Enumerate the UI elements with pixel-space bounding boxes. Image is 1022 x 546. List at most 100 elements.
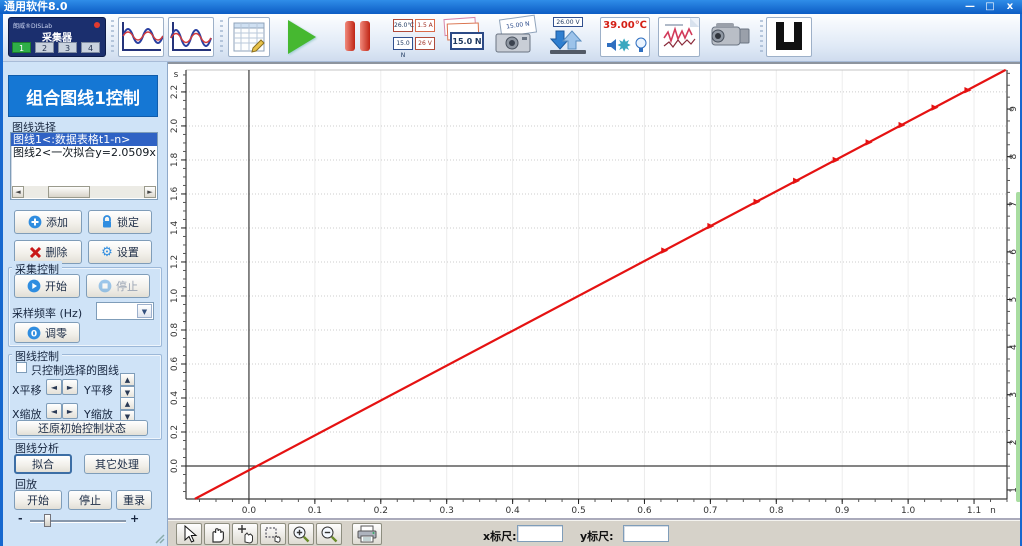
svg-text:0.2: 0.2 [170,425,180,439]
waveform-view-2-button[interactable] [168,17,214,57]
toolbar-separator [760,20,763,54]
waveform-view-button[interactable] [118,17,164,57]
lock-button[interactable]: 锁定 [88,210,152,234]
chart-panel: 0.00.10.20.30.40.50.60.70.80.91.01.10.00… [168,62,1022,546]
print-button[interactable] [352,523,382,545]
svg-text:0.6: 0.6 [637,506,652,516]
y-ruler-field[interactable] [623,525,669,542]
pause-button[interactable] [338,17,378,57]
device-control-button[interactable]: 39.00℃ [600,17,650,57]
crosshair-hand-icon [235,524,255,544]
playback-stop-button[interactable]: 停止 [68,490,112,510]
zoom-out-tool-button[interactable] [316,523,342,545]
only-selected-checkbox[interactable] [16,362,27,373]
channel-3-button[interactable]: 3 [58,42,77,53]
sample-rate-combobox[interactable]: ▼ [96,302,154,320]
data-table-button[interactable] [228,17,270,57]
y-pan-label: Y平移 [84,382,113,398]
y-ruler-label: y标尺: [580,528,614,544]
graph-list: 图线1<:数据表格t1-n> 图线2<一次拟合y=2.0509x+(- ◄ ► [10,132,158,200]
dislab-collector-button[interactable]: 朗威®DISLab 采集器 1 2 3 4 [8,17,106,57]
chart-plot[interactable]: 0.00.10.20.30.40.50.60.70.80.91.01.10.00… [168,64,1022,520]
snapshot-button[interactable]: 15.00 N [492,17,538,57]
x-pan-label: X平移 [12,382,42,398]
x-zoom-in-button[interactable]: ► [62,403,78,419]
svg-text:1.6: 1.6 [170,187,180,202]
add-icon [28,215,42,229]
svg-text:1.8: 1.8 [170,153,180,168]
data-transfer-button[interactable]: 26.00 V [546,17,592,57]
resize-grip-icon[interactable] [155,534,165,544]
x-zoom-out-button[interactable]: ◄ [46,403,62,419]
close-button[interactable]: x [1002,1,1018,13]
svg-text:1.1: 1.1 [967,506,981,516]
svg-text:1.0: 1.0 [901,506,916,516]
report-button[interactable] [658,17,700,57]
playback-start-button[interactable]: 开始 [14,490,62,510]
zero-icon: 0 [27,326,41,340]
meter-value: 26.0℃ [393,19,413,32]
play-icon [288,20,316,54]
run-button[interactable] [280,17,324,57]
meter-value: 1.5 A [415,19,435,32]
acquire-start-button[interactable]: 开始 [14,274,80,298]
folded-corner [690,18,699,27]
minimize-button[interactable]: — [962,1,978,13]
start-play-icon [27,279,41,293]
maximize-button[interactable]: □ [982,1,998,13]
app-window: 通用软件8.0 — □ x 朗威®DISLab 采集器 1 2 3 4 [0,0,1022,546]
acquire-stop-button[interactable]: 停止 [86,274,150,298]
zoom-in-tool-button[interactable] [288,523,314,545]
add-button[interactable]: 添加 [14,210,82,234]
updown-arrows-icon [546,17,590,57]
control-sidebar: 组合图线1控制 图线选择 图线1<:数据表格t1-n> 图线2<一次拟合y=2.… [0,62,168,546]
gear-icon: ⚙ [101,246,113,259]
select-tool-button[interactable] [176,523,202,545]
point-pick-tool-button[interactable] [232,523,258,545]
settings-button[interactable]: ⚙ 设置 [88,240,152,264]
playback-slider-thumb[interactable] [44,514,51,527]
sidebar-header: 组合图线1控制 [8,75,158,117]
svg-text:0.3: 0.3 [440,506,454,516]
scroll-left-icon[interactable]: ◄ [12,186,24,198]
x-ruler-field[interactable] [517,525,563,542]
svg-text:0.8: 0.8 [170,323,180,338]
region-select-tool-button[interactable] [260,523,286,545]
y-pan-up-button[interactable]: ▲ [120,373,135,386]
scroll-right-icon[interactable]: ► [144,186,156,198]
combobox-dropdown-icon[interactable]: ▼ [137,304,152,318]
y-zoom-up-button[interactable]: ▲ [120,397,135,410]
rerecord-button[interactable]: 重录 [116,490,152,510]
svg-text:0.4: 0.4 [170,391,180,406]
graph-list-item[interactable]: 图线2<一次拟合y=2.0509x+(- [11,146,157,159]
zoom-in-icon [291,524,311,544]
svg-text:0.5: 0.5 [571,506,585,516]
pause-icon [345,21,355,51]
pause-icon [360,21,370,51]
pan-tool-button[interactable] [204,523,230,545]
channel-4-button[interactable]: 4 [81,42,100,53]
horizontal-scrollbar[interactable]: ◄ ► [12,186,156,198]
delete-x-icon [29,246,42,259]
zero-adjust-button[interactable]: 0 调零 [14,322,80,343]
svg-text:2.0: 2.0 [170,119,180,134]
fit-button[interactable]: 拟合 [14,454,72,474]
meter-grid-button[interactable]: 26.0℃ 1.5 A 15.0 N 26 V [392,17,436,57]
channel-2-button[interactable]: 2 [35,42,54,53]
x-pan-right-button[interactable]: ► [62,379,78,395]
svg-text:1.0: 1.0 [170,289,180,304]
graph-list-item[interactable]: 图线1<:数据表格t1-n> [11,133,157,146]
svg-text:0.8: 0.8 [769,506,784,516]
camcorder-button[interactable] [706,17,754,57]
scrollbar-thumb[interactable] [48,186,90,198]
other-process-button[interactable]: 其它处理 [84,454,150,474]
force-sensor-button[interactable] [766,17,812,57]
camera-icon [492,17,536,57]
x-pan-left-button[interactable]: ◄ [46,379,62,395]
svg-text:0.2: 0.2 [374,506,388,516]
channel-1-button[interactable]: 1 [12,42,31,53]
svg-text:2.2: 2.2 [170,85,180,99]
restore-button[interactable]: 还原初始控制状态 [16,420,148,436]
temp-display: 39.00℃ [601,20,649,31]
meter-stack-button[interactable]: 15.0 N [442,17,486,57]
